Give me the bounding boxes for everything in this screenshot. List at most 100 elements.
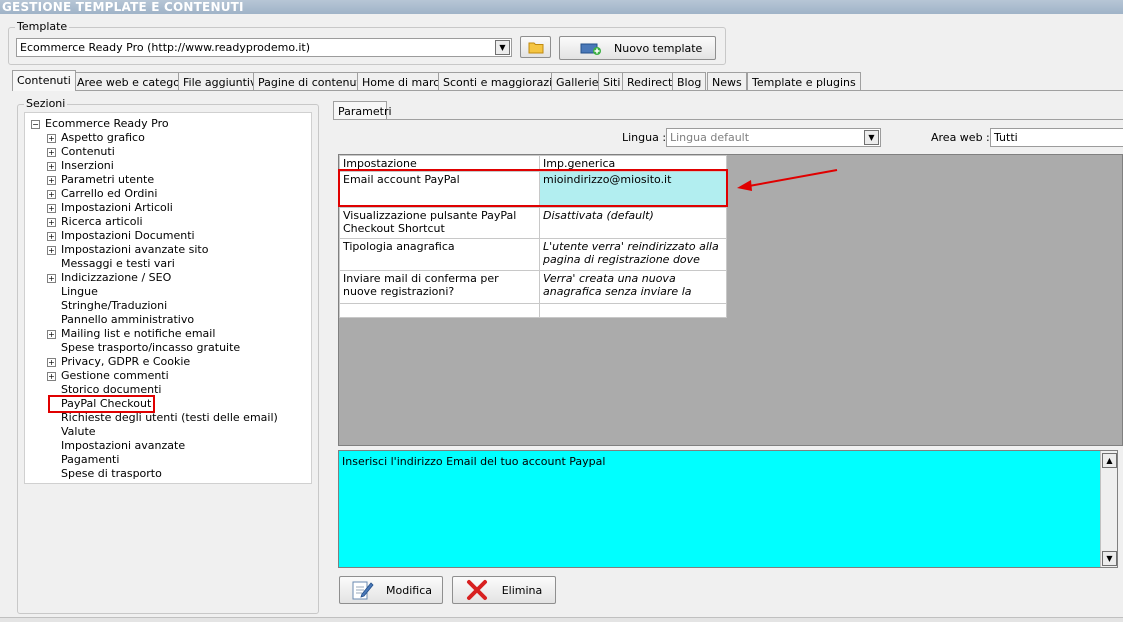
tab-label: Pagine di contenuti bbox=[258, 76, 364, 89]
expand-icon[interactable]: + bbox=[47, 372, 56, 381]
tab-parametri[interactable]: Parametri bbox=[333, 101, 392, 120]
scroll-down-icon[interactable]: ▼ bbox=[1102, 551, 1117, 566]
area-web-select[interactable]: Tutti bbox=[990, 128, 1123, 147]
tree-item[interactable]: Lingue bbox=[25, 285, 305, 299]
tree-item-label: Spese trasporto/incasso gratuite bbox=[61, 341, 241, 354]
table-row[interactable]: Inviare mail di conferma per nuove regis… bbox=[339, 270, 727, 304]
tree-root-label: Ecommerce Ready Pro bbox=[45, 117, 169, 130]
tree-root[interactable]: − Ecommerce Ready Pro bbox=[25, 117, 305, 131]
setting-name: Visualizzazione pulsante PayPal Checkout… bbox=[339, 207, 540, 239]
scrollbar[interactable]: ▲ ▼ bbox=[1100, 451, 1117, 567]
tree-item[interactable]: + Impostazioni Documenti bbox=[25, 229, 305, 243]
tree-item[interactable]: + Gestione commenti bbox=[25, 369, 305, 383]
setting-name: Tipologia anagrafica bbox=[339, 238, 540, 271]
tab-divider bbox=[12, 90, 1123, 91]
expand-icon[interactable]: + bbox=[47, 190, 56, 199]
tree-item[interactable]: Impostazioni avanzate bbox=[25, 439, 305, 453]
description-box[interactable]: Inserisci l'indirizzo Email del tuo acco… bbox=[338, 450, 1118, 568]
scroll-up-icon[interactable]: ▲ bbox=[1102, 453, 1117, 468]
tree-item[interactable]: + Mailing list e notifiche email bbox=[25, 327, 305, 341]
expand-icon[interactable]: + bbox=[47, 330, 56, 339]
tree-item-label: Pagamenti bbox=[61, 453, 120, 466]
lingua-value: Lingua default bbox=[670, 131, 750, 144]
empty-cell bbox=[339, 303, 540, 318]
chevron-down-icon[interactable]: ▼ bbox=[864, 130, 879, 145]
tree-item[interactable]: Valute bbox=[25, 425, 305, 439]
table-row-empty[interactable] bbox=[339, 303, 727, 318]
tree-item[interactable]: Pagamenti bbox=[25, 453, 305, 467]
setting-name: Inviare mail di conferma per nuove regis… bbox=[339, 270, 540, 304]
tab-home-marca[interactable]: Home di marca bbox=[357, 72, 452, 91]
tab-template-plugins[interactable]: Template e plugins bbox=[747, 72, 861, 91]
tree-item-label: Inserzioni bbox=[61, 159, 114, 172]
tree-item[interactable]: Spese trasporto/incasso gratuite bbox=[25, 341, 305, 355]
tree-item[interactable]: + Inserzioni bbox=[25, 159, 305, 173]
lingua-select[interactable]: Lingua default ▼ bbox=[666, 128, 881, 147]
expand-icon[interactable]: + bbox=[47, 162, 56, 171]
tree-item[interactable]: + Impostazioni Articoli bbox=[25, 201, 305, 215]
folder-icon bbox=[528, 42, 543, 53]
tree-item-label: Mailing list e notifiche email bbox=[61, 327, 216, 340]
setting-value[interactable]: Disattivata (default) bbox=[539, 207, 727, 239]
tab-blog[interactable]: Blog bbox=[672, 72, 707, 91]
table-row[interactable]: Visualizzazione pulsante PayPal Checkout… bbox=[339, 207, 727, 239]
tree-item[interactable]: + Ricerca articoli bbox=[25, 215, 305, 229]
expand-icon[interactable]: + bbox=[47, 274, 56, 283]
tree-item[interactable]: Pannello amministrativo bbox=[25, 313, 305, 327]
setting-value[interactable]: L'utente verra' reindirizzato alla pagin… bbox=[539, 238, 727, 271]
tab-file-aggiuntivi[interactable]: File aggiuntivi bbox=[178, 72, 265, 91]
tree-item[interactable]: Stringhe/Traduzioni bbox=[25, 299, 305, 313]
tree-item[interactable]: + Parametri utente bbox=[25, 173, 305, 187]
tree-item[interactable]: + Impostazioni avanzate sito bbox=[25, 243, 305, 257]
expand-icon[interactable]: + bbox=[47, 218, 56, 227]
tab-gallerie[interactable]: Gallerie bbox=[551, 72, 604, 91]
expand-icon[interactable]: + bbox=[47, 358, 56, 367]
tab-pagine-contenuti[interactable]: Pagine di contenuti bbox=[253, 72, 369, 91]
expand-icon[interactable]: + bbox=[47, 232, 56, 241]
sections-tree[interactable]: − Ecommerce Ready Pro + Aspetto grafico +… bbox=[24, 112, 312, 484]
tab-label: Aree web e categorie bbox=[77, 76, 195, 89]
tab-redirect[interactable]: Redirect bbox=[622, 72, 678, 91]
tree-item[interactable]: + Carrello ed Ordini bbox=[25, 187, 305, 201]
open-folder-button[interactable] bbox=[520, 36, 551, 58]
modifica-button[interactable]: Modifica bbox=[339, 576, 443, 604]
tree-item-label: Parametri utente bbox=[61, 173, 155, 186]
edit-icon bbox=[352, 581, 374, 600]
tab-contenuti[interactable]: Contenuti bbox=[12, 70, 76, 91]
expand-icon[interactable]: + bbox=[47, 246, 56, 255]
setting-value-text: L'utente verra' reindirizzato alla pagin… bbox=[543, 240, 719, 268]
tab-news[interactable]: News bbox=[707, 72, 747, 91]
tree-item-label: Richieste degli utenti (testi delle emai… bbox=[61, 411, 278, 424]
description-text: Inserisci l'indirizzo Email del tuo acco… bbox=[342, 455, 606, 468]
tree-item[interactable]: + Contenuti bbox=[25, 145, 305, 159]
expand-icon[interactable]: + bbox=[47, 134, 56, 143]
tab-label: File aggiuntivi bbox=[183, 76, 260, 89]
template-select[interactable]: Ecommerce Ready Pro (http://www.readypro… bbox=[16, 38, 512, 57]
chevron-down-icon[interactable]: ▼ bbox=[495, 40, 510, 55]
subtab-divider bbox=[333, 119, 1123, 120]
tree-item[interactable]: + Indicizzazione / SEO bbox=[25, 271, 305, 285]
sections-legend: Sezioni bbox=[24, 97, 68, 110]
elimina-button[interactable]: Elimina bbox=[452, 576, 556, 604]
tree-item[interactable]: + Privacy, GDPR e Cookie bbox=[25, 355, 305, 369]
tree-item-label: Aspetto grafico bbox=[61, 131, 145, 144]
modifica-label: Modifica bbox=[386, 583, 432, 597]
collapse-icon[interactable]: − bbox=[31, 120, 40, 129]
tree-item-label: Lingue bbox=[61, 285, 98, 298]
expand-icon[interactable]: + bbox=[47, 176, 56, 185]
selection-highlight bbox=[48, 395, 155, 413]
elimina-label: Elimina bbox=[501, 583, 543, 597]
expand-icon[interactable]: + bbox=[47, 204, 56, 213]
tree-item-label: Stringhe/Traduzioni bbox=[61, 299, 168, 312]
setting-value[interactable]: Verra' creata una nuova anagrafica senza… bbox=[539, 270, 727, 304]
new-template-button[interactable]: Nuovo template bbox=[559, 36, 716, 60]
expand-icon[interactable]: + bbox=[47, 148, 56, 157]
tree-item[interactable]: Spese di trasporto bbox=[25, 467, 305, 481]
row-highlight bbox=[338, 169, 728, 207]
tree-item[interactable]: Messaggi e testi vari bbox=[25, 257, 305, 271]
tab-label: Parametri bbox=[338, 105, 392, 118]
tab-label: Gallerie bbox=[556, 76, 599, 89]
tree-item[interactable]: + Aspetto grafico bbox=[25, 131, 305, 145]
tree-item[interactable]: Richieste degli utenti (testi delle emai… bbox=[25, 411, 305, 425]
table-row[interactable]: Tipologia anagrafica L'utente verra' rei… bbox=[339, 238, 727, 271]
